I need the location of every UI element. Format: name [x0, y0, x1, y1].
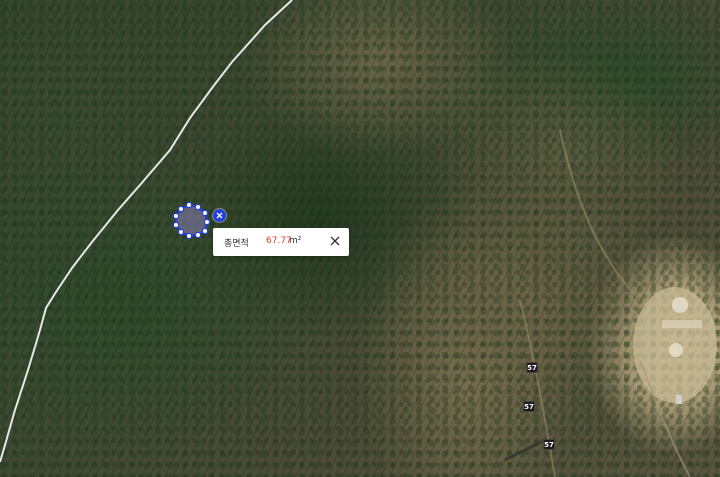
- road-number-label: 57: [526, 362, 538, 373]
- road-number-label: 57: [523, 401, 535, 412]
- polygon-vertex[interactable]: [194, 203, 202, 211]
- trail-shadow: [504, 438, 546, 462]
- structure-middle: [669, 343, 683, 357]
- structure-pad: [662, 320, 702, 328]
- polygon-vertex[interactable]: [172, 221, 180, 229]
- area-measure-popup: 총면적 67.77 m²: [213, 228, 349, 256]
- total-area-value: 67.77: [266, 236, 292, 246]
- polygon-vertex[interactable]: [177, 205, 185, 213]
- polygon-vertex[interactable]: [172, 212, 180, 220]
- road-number-label: 57: [543, 439, 555, 450]
- total-area-unit: m²: [289, 236, 302, 246]
- total-area-label: 총면적: [224, 239, 249, 249]
- satellite-map[interactable]: 총면적 67.77 m² 57 57 57: [0, 0, 720, 477]
- polygon-vertex[interactable]: [201, 209, 209, 217]
- map-overlay: [0, 0, 717, 477]
- polygon-vertex[interactable]: [201, 227, 209, 235]
- polygon-vertex[interactable]: [203, 218, 211, 226]
- polygon-vertex[interactable]: [177, 228, 185, 236]
- polygon-vertex[interactable]: [194, 231, 202, 239]
- small-building: [676, 395, 682, 404]
- polygon-vertex[interactable]: [185, 232, 193, 240]
- close-icon: [330, 236, 340, 246]
- clear-measurement-button[interactable]: [213, 209, 226, 222]
- popup-close-button[interactable]: [327, 233, 343, 249]
- trail: [559, 129, 641, 301]
- structure-top: [672, 297, 688, 313]
- clear-x-icon: [216, 212, 223, 219]
- polygon-vertex[interactable]: [185, 201, 193, 209]
